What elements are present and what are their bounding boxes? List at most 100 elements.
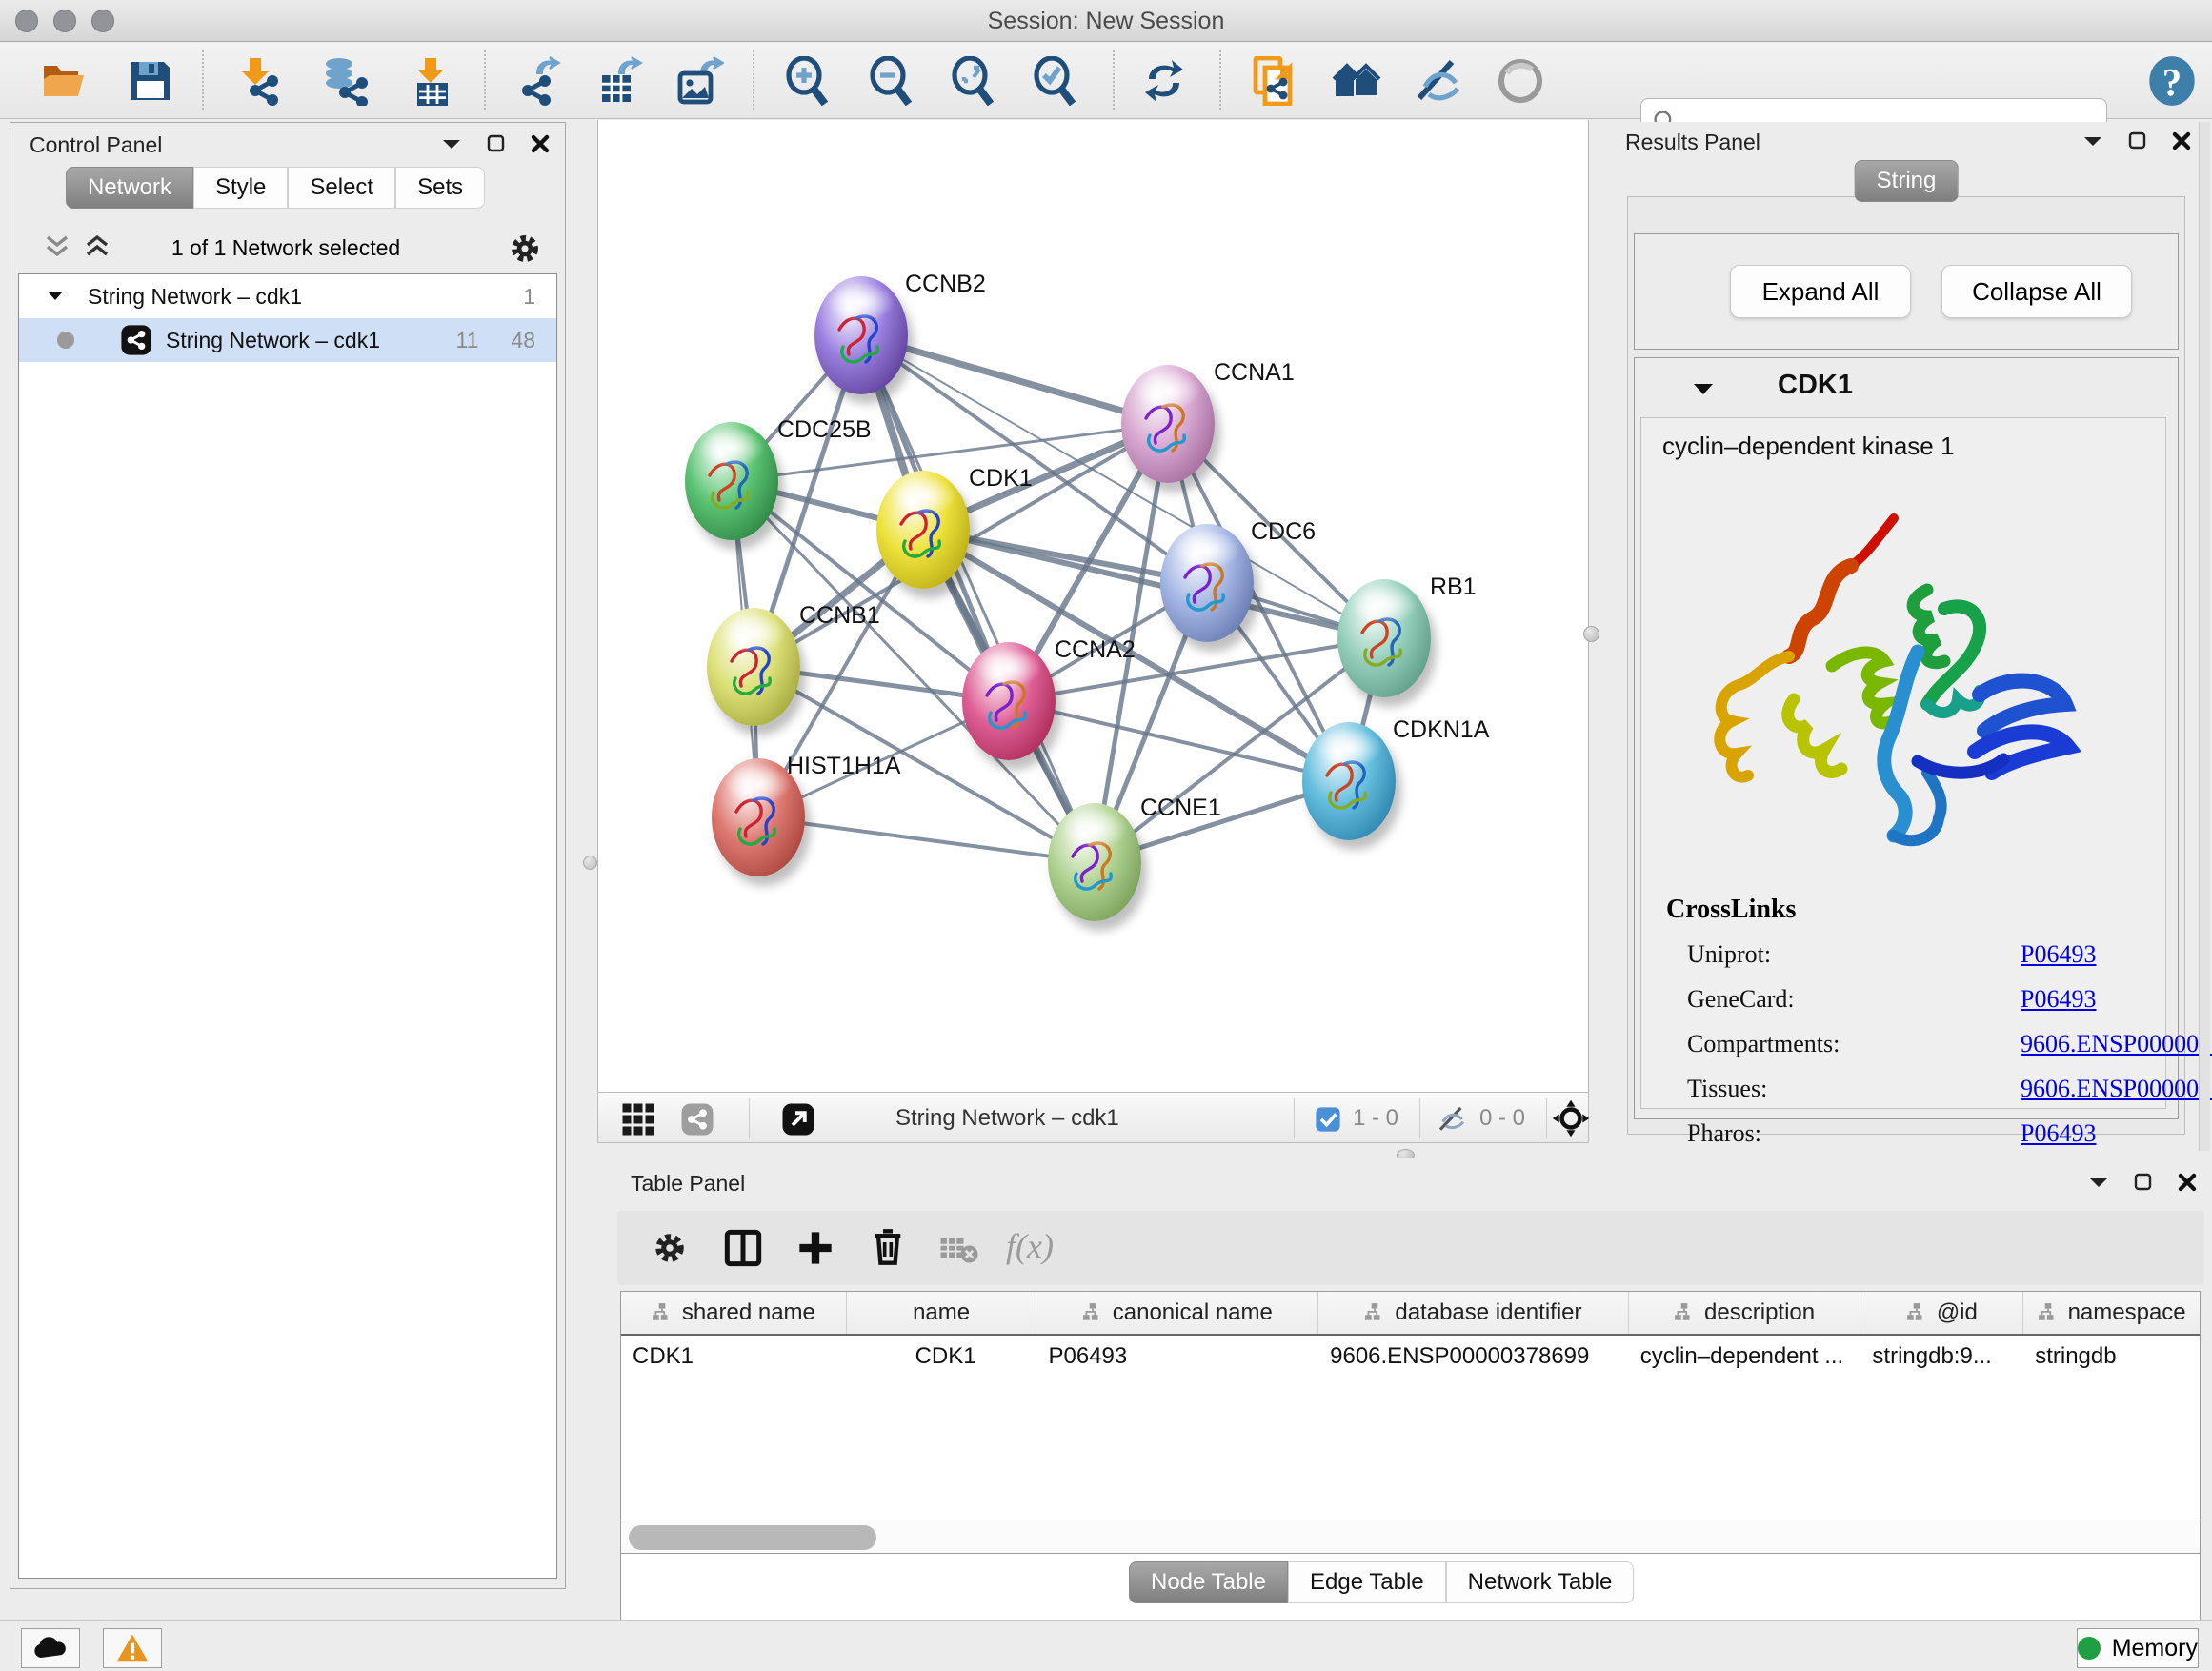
export-network-icon[interactable] <box>514 56 564 106</box>
delete-table-icon[interactable] <box>939 1236 979 1264</box>
duplicate-network-icon[interactable] <box>1250 56 1299 106</box>
function-builder-icon[interactable]: f(x) <box>1006 1226 1054 1266</box>
column-header[interactable]: @id <box>1860 1292 2023 1334</box>
network-node-ccnb2[interactable] <box>814 276 908 394</box>
network-edge[interactable] <box>861 335 1095 862</box>
network-node-ccnb1[interactable] <box>707 608 800 726</box>
close-panel-icon[interactable] <box>531 134 550 153</box>
maximize-panel-icon[interactable] <box>487 134 506 153</box>
network-tree: String Network – cdk1 1 String Network –… <box>18 273 557 1579</box>
cdk1-entry: CDK1 cyclin–dependent kinase 1 <box>1634 357 2179 1119</box>
entry-collapse-icon[interactable] <box>1692 381 1715 398</box>
zoom-selected-icon[interactable] <box>1031 56 1080 106</box>
export-image-icon[interactable] <box>674 56 724 106</box>
crosslink-link[interactable]: P06493 <box>2021 940 2096 969</box>
crosslink-link[interactable]: 9606.ENSP00000378699 <box>2021 1030 2212 1058</box>
maximize-table-icon[interactable] <box>2134 1173 2153 1192</box>
tree-expand-icon[interactable] <box>46 289 65 304</box>
zoom-out-icon[interactable] <box>867 56 916 106</box>
crosslink-link[interactable]: 9606.ENSP00000378699 <box>2021 1075 2212 1103</box>
close-table-icon[interactable] <box>2178 1173 2197 1192</box>
zoom-fit-icon[interactable] <box>949 56 998 106</box>
tab-string[interactable]: String <box>1855 160 1959 202</box>
memory-button[interactable]: Memory <box>2077 1628 2199 1668</box>
maximize-results-icon[interactable] <box>2128 131 2147 151</box>
tab-network-table[interactable]: Network Table <box>1446 1561 1635 1603</box>
column-header[interactable]: database identifier <box>1318 1292 1629 1334</box>
hidden-eye-icon[interactable] <box>1437 1104 1467 1135</box>
collapse-all-button[interactable]: Collapse All <box>1941 265 2132 318</box>
tab-node-table[interactable]: Node Table <box>1129 1561 1288 1603</box>
selected-checkbox-icon[interactable] <box>1315 1106 1341 1133</box>
network-node-label: RB1 <box>1430 574 1477 601</box>
crosslink-label: Tissues: <box>1687 1075 1767 1102</box>
float-panel-icon[interactable] <box>441 137 462 151</box>
table-row[interactable]: CDK1 CDK1 P06493 9606.ENSP00000378699 cy… <box>621 1336 2200 1379</box>
column-header[interactable]: name <box>847 1292 1037 1334</box>
tab-sets[interactable]: Sets <box>395 167 485 209</box>
hidden-counts: 0 - 0 <box>1479 1105 1525 1132</box>
network-edge[interactable] <box>758 817 1095 862</box>
add-column-icon[interactable] <box>796 1228 835 1268</box>
network-node-cdc6[interactable] <box>1160 524 1254 642</box>
refresh-icon[interactable] <box>1139 56 1189 106</box>
open-in-new-icon[interactable] <box>781 1102 815 1137</box>
tab-network[interactable]: Network <box>66 167 193 209</box>
collection-count: 1 <box>523 284 535 310</box>
network-view-share-icon[interactable] <box>680 1102 714 1137</box>
grid-view-icon[interactable] <box>621 1102 655 1137</box>
network-node-label: CDK1 <box>969 465 1033 493</box>
table-hscrollbar[interactable] <box>620 1520 2201 1554</box>
network-node-cdc25b[interactable] <box>685 422 778 540</box>
network-canvas[interactable]: CCNB2 CCNA1 CDC25B CDK1 CDC6 RB1 <box>597 120 1589 1092</box>
help-icon[interactable]: ? <box>2145 54 2195 104</box>
float-table-icon[interactable] <box>2088 1176 2109 1189</box>
birdseye-crosshair-icon[interactable] <box>1551 1098 1591 1138</box>
network-node-ccne1[interactable] <box>1048 803 1141 921</box>
cloud-button[interactable] <box>21 1628 80 1668</box>
open-file-icon[interactable] <box>40 56 90 106</box>
network-row-selected[interactable]: String Network – cdk1 11 48 <box>19 318 556 362</box>
entry-gene-name: CDK1 <box>1778 370 1853 401</box>
crosslink-link[interactable]: P06493 <box>2021 985 2096 1014</box>
network-node-cdkn1a[interactable] <box>1302 722 1396 840</box>
results-scrollbar[interactable] <box>2199 122 2210 1151</box>
crosslink-link[interactable]: P06493 <box>2021 1119 2096 1148</box>
network-node-label: CCNA1 <box>1214 359 1295 387</box>
network-node-ccna2[interactable] <box>962 642 1056 760</box>
network-collection-row[interactable]: String Network – cdk1 1 <box>19 274 556 318</box>
show-selected-icon[interactable] <box>1496 56 1545 106</box>
table-gear-icon[interactable] <box>652 1230 688 1266</box>
hide-selected-icon[interactable] <box>1414 56 1463 106</box>
network-node-count: 11 <box>456 328 479 353</box>
network-node-rb1[interactable] <box>1337 579 1431 697</box>
delete-column-icon[interactable] <box>869 1226 907 1268</box>
network-node-cdk1[interactable] <box>876 471 970 589</box>
tab-style[interactable]: Style <box>193 167 288 209</box>
import-table-icon[interactable] <box>406 56 455 106</box>
table-hscroll-thumb[interactable] <box>629 1525 876 1550</box>
left-splitter-handle[interactable] <box>583 856 597 870</box>
zoom-in-icon[interactable] <box>783 56 833 106</box>
gear-icon[interactable] <box>508 232 542 266</box>
import-network-database-icon[interactable] <box>320 56 370 106</box>
column-header[interactable]: canonical name <box>1036 1292 1318 1334</box>
export-table-icon[interactable] <box>594 56 644 106</box>
select-columns-icon[interactable] <box>724 1228 762 1268</box>
expand-all-button[interactable]: Expand All <box>1730 265 1911 318</box>
warning-button[interactable] <box>103 1628 162 1668</box>
float-results-icon[interactable] <box>2082 134 2103 148</box>
right-splitter-handle[interactable] <box>1583 626 1599 642</box>
import-network-icon[interactable] <box>234 56 284 106</box>
save-session-icon[interactable] <box>126 56 175 106</box>
column-header[interactable]: description <box>1629 1292 1861 1334</box>
column-header[interactable]: shared name <box>621 1292 847 1334</box>
tab-select[interactable]: Select <box>288 167 395 209</box>
show-all-networks-icon[interactable] <box>1332 56 1381 106</box>
selected-counts: 1 - 0 <box>1353 1105 1398 1132</box>
network-node-ccna1[interactable] <box>1121 365 1215 483</box>
column-header[interactable]: namespace <box>2023 1292 2200 1334</box>
network-collection-label: String Network – cdk1 <box>88 284 302 310</box>
close-results-icon[interactable] <box>2172 131 2191 151</box>
tab-edge-table[interactable]: Edge Table <box>1288 1561 1446 1603</box>
